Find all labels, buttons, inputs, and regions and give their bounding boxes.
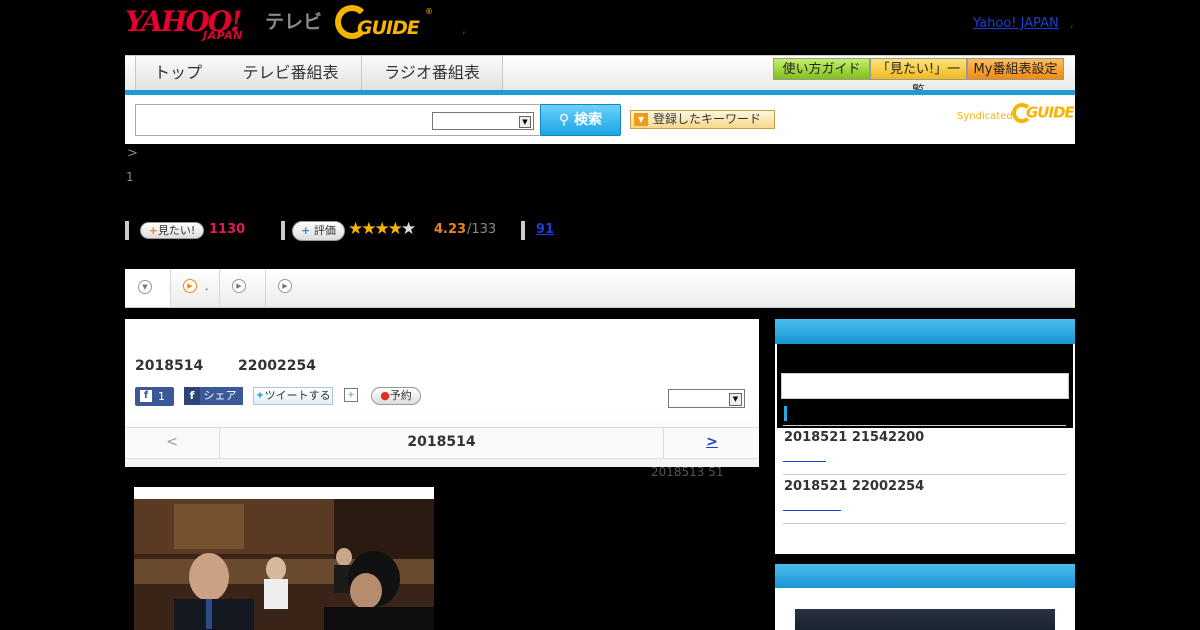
facebook-icon: f — [184, 387, 200, 405]
schedule-item-link[interactable] — [783, 509, 841, 511]
next-episode-link[interactable]: > — [663, 428, 760, 458]
divider — [783, 523, 1066, 524]
program-subtabs: ▼ ▶ . ▶ ▶ — [125, 269, 1075, 308]
star-filled-icon: ★ — [374, 219, 390, 239]
tab-top[interactable]: トップ — [135, 56, 221, 90]
tweet-button[interactable]: ✦ツイートする — [253, 387, 333, 405]
previous-episode-button[interactable]: < — [125, 428, 220, 458]
schedule-item-date: 2018521 21542200 — [784, 430, 925, 445]
rating-score: 4.23 — [434, 222, 467, 237]
yahoo-japan-logo[interactable]: YAHOO! JAPAN — [125, 5, 265, 42]
air-time: 22002254 — [238, 358, 316, 374]
registered-mark: ® — [425, 7, 433, 16]
registered-keywords-button[interactable]: ▼ 登録したキーワード — [630, 110, 775, 129]
rate-button-label: 評価 — [313, 224, 336, 237]
sidebar-related-box — [775, 564, 1075, 630]
scene-image — [134, 499, 434, 630]
play-circle-icon: ▶ — [232, 279, 246, 293]
chevron-down-icon: ▼ — [519, 116, 531, 128]
facebook-like-count: 1 — [158, 390, 165, 403]
schedule-item-link[interactable] — [783, 460, 826, 462]
subtab-2[interactable]: ▶ . — [171, 269, 220, 307]
air-date: 2018514 — [135, 358, 204, 374]
yahoo-logo-sub: JAPAN — [203, 29, 243, 42]
divider — [521, 221, 525, 240]
divider — [783, 474, 1066, 475]
episode-panel: 2018514 22002254 f1 f シェア ✦ツイートする + ●予約 … — [125, 319, 759, 467]
usage-guide-button[interactable]: 使い方ガイド — [773, 58, 870, 80]
star-empty-icon: ★ — [401, 219, 416, 239]
global-nav: トップ テレビ番組表 ラジオ番組表 使い方ガイド 「見たい!」一覧 My番組表設… — [125, 55, 1075, 99]
episode-photo[interactable] — [134, 487, 434, 630]
yahoo-japan-link[interactable]: Yahoo! JAPAN — [973, 16, 1059, 31]
syndicated-gguide-logo: GUIDE — [1012, 103, 1075, 123]
episode-navigation: < 2018514 > — [125, 427, 759, 459]
sidebar-accent — [784, 406, 787, 421]
search-category-select[interactable]: ▼ — [432, 112, 534, 130]
sidebar-schedule-box: 2018521 21542200 2018521 22002254 — [775, 319, 1075, 554]
gguide-logo[interactable]: GUIDE ® — [335, 5, 435, 41]
related-thumbnail[interactable] — [795, 599, 1055, 630]
star-filled-icon: ★ — [361, 219, 376, 239]
record-dot-icon: ● — [380, 389, 390, 402]
mitai-count: 1130 — [209, 222, 246, 237]
updated-timestamp: 2018513 51 — [651, 465, 724, 479]
my-schedule-settings-button[interactable]: My番組表設定 — [967, 58, 1064, 80]
facebook-share-button[interactable]: f シェア — [184, 387, 243, 405]
star-filled-icon: ★ — [348, 219, 363, 239]
facebook-icon: f — [140, 390, 152, 402]
schedule-item-date: 2018521 22002254 — [784, 479, 925, 494]
search-icon: ⚲ — [558, 112, 570, 128]
rate-button[interactable]: + 評価 — [292, 221, 345, 241]
registered-keywords-label: 登録したキーワード — [653, 112, 762, 126]
divider — [125, 221, 129, 240]
play-circle-icon: ▶ — [278, 279, 292, 293]
search-button-label: 検索 — [574, 112, 603, 128]
calendar-add-icon[interactable]: + — [344, 388, 358, 402]
play-circle-icon: ▶ — [183, 279, 197, 293]
subtab-1[interactable]: ▼ — [125, 269, 171, 307]
syndicated-label: Syndicated — [957, 111, 1013, 122]
header-separator: , — [462, 22, 466, 36]
tab-radio-schedule[interactable]: ラジオ番組表 — [362, 56, 503, 90]
search-button[interactable]: ⚲ 検索 — [540, 104, 621, 136]
header-separator-2: , — [1070, 16, 1074, 30]
reserve-button[interactable]: ●予約 — [371, 387, 421, 405]
sidebar-header — [775, 319, 1075, 344]
facebook-like-button[interactable]: f1 — [135, 387, 174, 406]
tv-label: テレビ — [265, 11, 323, 33]
search-input[interactable] — [136, 105, 428, 135]
plus-icon: + — [301, 224, 311, 237]
twitter-bird-icon: ✦ — [255, 389, 265, 402]
breadcrumb: > — [127, 146, 138, 161]
sidebar-field[interactable] — [781, 373, 1069, 399]
mitai-button-label: 見たい! — [157, 224, 196, 237]
tab-tv-schedule[interactable]: テレビ番組表 — [220, 56, 362, 90]
subtab-3[interactable]: ▶ — [220, 269, 266, 307]
star-rating: ★★★★★ — [348, 219, 416, 239]
episode-select[interactable]: ▼ — [668, 389, 745, 408]
triangle-down-icon: ▼ — [634, 113, 648, 126]
subtab-2-label: . — [205, 280, 209, 293]
rating-count: /133 — [467, 222, 497, 237]
syndicated-logo-text: GUIDE — [1026, 103, 1075, 122]
star-filled-icon: ★ — [387, 219, 403, 239]
episode-nav-title: 2018514 — [407, 434, 476, 450]
subtab-4[interactable]: ▶ — [266, 269, 306, 307]
chevron-down-circle-icon: ▼ — [138, 280, 152, 294]
plus-icon: + — [148, 224, 158, 237]
mitai-list-button[interactable]: 「見たい!」一覧 — [870, 58, 967, 99]
tweet-label: ツイートする — [264, 389, 331, 402]
divider — [783, 425, 1066, 426]
mitai-button[interactable]: +見たい! — [140, 222, 204, 239]
search-bar: ▼ ⚲ 検索 ▼ 登録したキーワード Syndicated GUIDE — [125, 95, 1075, 144]
reserve-label: 予約 — [389, 389, 412, 402]
reviews-link[interactable]: 91 — [536, 222, 554, 237]
chevron-down-icon: ▼ — [729, 393, 742, 406]
facebook-share-label: シェア — [203, 389, 237, 402]
divider — [281, 221, 285, 240]
gguide-logo-text: GUIDE — [357, 17, 420, 39]
sidebar-header — [775, 564, 1075, 588]
breadcrumb-secondary: 1 — [126, 170, 134, 184]
